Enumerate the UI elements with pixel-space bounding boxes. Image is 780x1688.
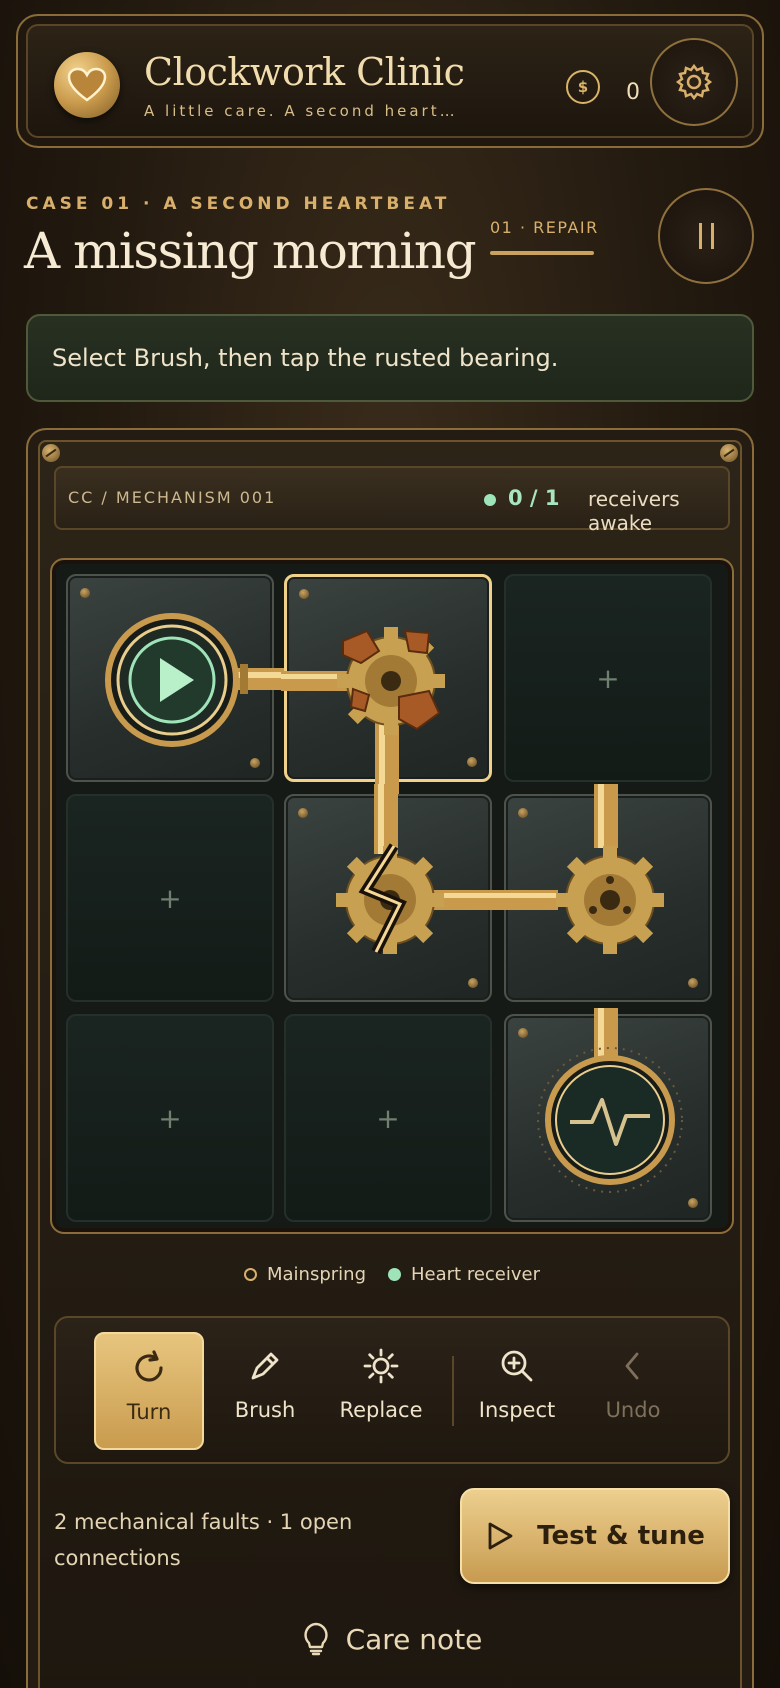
brush-icon xyxy=(251,1352,279,1380)
app-title: Clockwork Clinic xyxy=(144,50,465,94)
test-and-tune-button[interactable]: Test & tune xyxy=(460,1488,730,1584)
legend-receiver: Heart receiver xyxy=(388,1264,540,1285)
grid-cell-gear[interactable] xyxy=(498,784,712,1002)
hint-text: Select Brush, then tap the rusted bearin… xyxy=(52,344,559,372)
receivers-count: 0 / 1 xyxy=(508,486,560,510)
app-subtitle: A little care. A second heartbe… xyxy=(144,102,464,120)
stage-underline xyxy=(490,251,594,255)
pause-icon xyxy=(698,223,702,249)
add-icon: + xyxy=(376,1101,400,1135)
puzzle-grid: + + + + xyxy=(50,558,734,1234)
grid-cell-rusted-gear[interactable] xyxy=(281,574,492,797)
coin-count: 0 xyxy=(626,80,640,105)
heart-logo-icon xyxy=(54,52,120,118)
case-title: A missing morning xyxy=(24,222,477,280)
mechanism-board: CC / MECHANISM 001 0 / 1 receivers awake xyxy=(26,428,754,1688)
play-outline-icon xyxy=(488,1522,513,1550)
rusted-gear-icon xyxy=(281,627,445,797)
grid-cell-heart-receiver[interactable] xyxy=(504,1008,712,1222)
chevron-left-icon xyxy=(625,1352,639,1380)
play-icon xyxy=(105,613,284,747)
grid-cell-empty[interactable]: + xyxy=(66,794,274,1002)
settings-button[interactable] xyxy=(650,38,738,126)
heartbeat-icon xyxy=(537,1008,683,1193)
coin-icon: $ xyxy=(566,70,600,104)
hint-banner: Select Brush, then tap the rusted bearin… xyxy=(26,314,754,402)
grid-cell-cracked-gear[interactable] xyxy=(284,784,502,1002)
fault-status: 2 mechanical faults · 1 open connections xyxy=(54,1510,353,1570)
add-icon: + xyxy=(158,881,182,915)
tool-brush-button[interactable]: Brush xyxy=(210,1332,320,1450)
grid-cell-empty[interactable]: + xyxy=(504,574,712,782)
receiver-marker-icon xyxy=(388,1268,401,1281)
receiver-status-dot xyxy=(484,494,496,506)
mechanism-status-bar: CC / MECHANISM 001 0 / 1 receivers awake xyxy=(54,466,730,535)
stage-tab[interactable]: 01 · REPAIR xyxy=(490,218,599,237)
add-icon: + xyxy=(596,661,620,695)
mainspring-marker-icon xyxy=(243,1268,257,1281)
toolbar-divider xyxy=(452,1356,454,1426)
receivers-text: receivers awake xyxy=(588,487,680,535)
rotate-icon xyxy=(135,1350,163,1382)
mechanism-id: CC / MECHANISM 001 xyxy=(68,488,277,507)
lightbulb-icon xyxy=(303,1622,328,1656)
screw-icon xyxy=(720,444,738,462)
pause-button[interactable] xyxy=(658,188,754,284)
magnify-icon xyxy=(501,1350,533,1382)
svg-text:$: $ xyxy=(578,78,588,96)
gear-tile-icon xyxy=(498,784,664,954)
app-header: Clockwork Clinic A little care. A second… xyxy=(16,14,764,148)
gear-icon xyxy=(675,63,713,101)
tool-replace-button[interactable]: Replace xyxy=(326,1332,436,1450)
add-icon: + xyxy=(158,1101,182,1135)
case-label: CASE 01 · A SECOND HEARTBEAT xyxy=(26,194,451,214)
grid-cell-empty[interactable]: + xyxy=(284,1014,492,1222)
tool-turn-button[interactable]: Turn xyxy=(94,1332,204,1450)
tool-undo-button[interactable]: Undo xyxy=(578,1332,688,1450)
tool-bar: Turn Brush Replace Inspect Undo xyxy=(54,1316,730,1464)
sun-icon xyxy=(363,1348,399,1384)
legend-mainspring: Mainspring xyxy=(243,1264,366,1285)
grid-cell-empty[interactable]: + xyxy=(66,1014,274,1222)
grid-cell-mainspring[interactable] xyxy=(66,574,284,782)
screw-icon xyxy=(42,444,60,462)
care-note-button[interactable]: Care note xyxy=(28,1622,756,1656)
legend: Mainspring Heart receiver xyxy=(28,1264,756,1285)
cracked-gear-icon xyxy=(336,784,502,955)
tool-inspect-button[interactable]: Inspect xyxy=(462,1332,572,1450)
